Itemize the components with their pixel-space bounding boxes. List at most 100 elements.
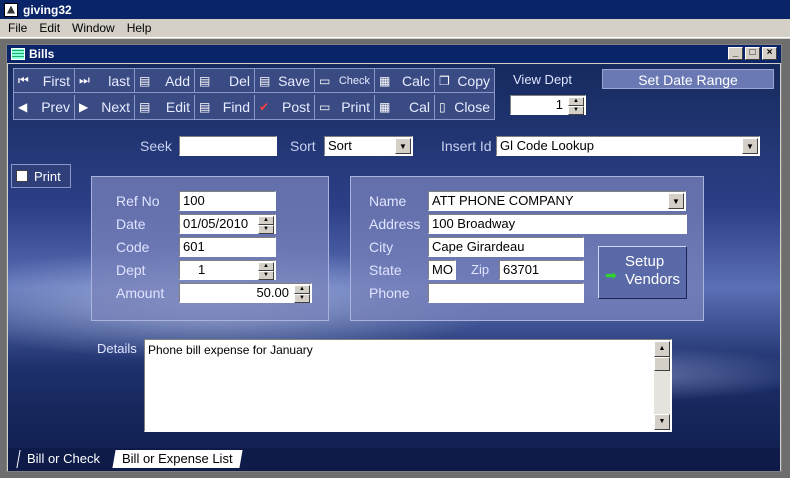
last-label: last bbox=[108, 72, 130, 89]
chevron-down-icon[interactable]: ▼ bbox=[395, 138, 411, 154]
dept-value: 1 bbox=[198, 262, 206, 277]
sort-select[interactable]: Sort ▼ bbox=[324, 136, 413, 156]
chevron-down-icon[interactable]: ▼ bbox=[668, 193, 684, 209]
close-label: Close bbox=[454, 99, 490, 115]
spin-down-icon[interactable]: ▼ bbox=[568, 106, 584, 115]
post-label: Post bbox=[281, 99, 310, 115]
spin-down-icon[interactable]: ▼ bbox=[258, 225, 274, 234]
first-label: First bbox=[42, 72, 70, 89]
print-button[interactable]: ▭ Print bbox=[315, 95, 375, 119]
save-button[interactable]: ▤ Save bbox=[255, 69, 315, 93]
spin-up-icon[interactable]: ▲ bbox=[258, 262, 274, 271]
menu-bar: File Edit Window Help bbox=[0, 19, 790, 38]
phone-label: Phone bbox=[369, 285, 410, 301]
phone-input[interactable] bbox=[428, 283, 584, 303]
print-checkbox[interactable]: Print bbox=[11, 164, 71, 188]
spin-up-icon[interactable]: ▲ bbox=[568, 97, 584, 106]
address-input[interactable]: 100 Broadway bbox=[428, 214, 687, 234]
next-label: Next bbox=[101, 99, 130, 115]
set-date-range-button[interactable]: Set Date Range bbox=[602, 69, 774, 89]
view-dept-label: View Dept bbox=[513, 71, 573, 87]
bills-client-area: ⏮ First ⏭ last ▤ Add ▤ Del ▤ Save ▭ Check ▦ Cal… bbox=[8, 64, 780, 471]
arrow-right-icon: ➡ bbox=[605, 267, 617, 283]
scroll-up-icon[interactable]: ▲ bbox=[654, 341, 670, 357]
print-label: Print bbox=[341, 99, 370, 115]
close-door-icon: ▯ bbox=[439, 100, 446, 114]
spin-down-icon[interactable]: ▼ bbox=[258, 271, 274, 280]
date-label: Date bbox=[116, 216, 146, 232]
delete-button[interactable]: ▤ Del bbox=[195, 69, 255, 93]
dept-spinner[interactable]: 1 ▲ ▼ bbox=[179, 260, 276, 280]
scroll-down-icon[interactable]: ▼ bbox=[654, 414, 670, 430]
spin-up-icon[interactable]: ▲ bbox=[258, 216, 274, 225]
insert-id-select[interactable]: Gl Code Lookup ▼ bbox=[496, 136, 760, 156]
state-input[interactable]: MO bbox=[428, 260, 456, 280]
delete-icon: ▤ bbox=[199, 73, 211, 88]
last-button[interactable]: ⏭ last bbox=[75, 69, 135, 93]
amount-spinner[interactable]: 50.00 ▲ ▼ bbox=[179, 283, 312, 303]
menu-help[interactable]: Help bbox=[121, 21, 158, 35]
tab-strip: Bill or Check Bill or Expense List bbox=[8, 448, 780, 471]
chevron-down-icon[interactable]: ▼ bbox=[742, 138, 758, 154]
setup-vendors-button[interactable]: ➡ Setup Vendors bbox=[598, 246, 687, 299]
calc-button[interactable]: ▦ Calc bbox=[375, 69, 435, 93]
date-value: 01/05/2010 bbox=[183, 216, 249, 231]
sort-label: Sort bbox=[290, 138, 316, 154]
prev-button[interactable]: ◀ Prev bbox=[14, 95, 75, 119]
tab-bill-or-expense-list[interactable]: Bill or Expense List bbox=[112, 450, 243, 468]
seek-input[interactable] bbox=[179, 136, 277, 156]
amount-label: Amount bbox=[116, 285, 165, 301]
details-label: Details bbox=[97, 341, 137, 356]
maximize-button[interactable]: □ bbox=[745, 47, 760, 60]
prev-record-icon: ◀ bbox=[18, 100, 28, 114]
first-record-icon: ⏮ bbox=[18, 73, 29, 87]
view-dept-value: 1 bbox=[555, 97, 563, 112]
delete-label: Del bbox=[228, 72, 250, 89]
last-record-icon: ⏭ bbox=[79, 73, 90, 87]
add-button[interactable]: ▤ Add bbox=[135, 69, 195, 93]
scroll-thumb[interactable] bbox=[654, 357, 670, 371]
date-spinner[interactable]: 01/05/2010 ▲ ▼ bbox=[179, 214, 276, 234]
ref-no-label: Ref No bbox=[116, 193, 160, 209]
insert-id-label: Insert Id bbox=[441, 138, 492, 154]
edit-icon: ▤ bbox=[139, 100, 151, 114]
cal-button[interactable]: ▦ Cal bbox=[375, 95, 435, 119]
close-form-button[interactable]: ▯ Close bbox=[435, 95, 494, 119]
vendor-name-select[interactable]: ATT PHONE COMPANY ▼ bbox=[428, 191, 686, 211]
view-dept-spinner[interactable]: 1 ▲ ▼ bbox=[510, 95, 586, 115]
post-icon: ✔ bbox=[259, 100, 270, 114]
menu-edit[interactable]: Edit bbox=[33, 21, 66, 35]
ref-no-input[interactable]: 100 bbox=[179, 191, 276, 211]
vendor-name-value: ATT PHONE COMPANY bbox=[432, 193, 574, 208]
post-button[interactable]: ✔ Post bbox=[255, 95, 315, 119]
city-input[interactable]: Cape Girardeau bbox=[428, 237, 584, 257]
find-button[interactable]: ▤ Find bbox=[195, 95, 255, 119]
menu-window[interactable]: Window bbox=[66, 21, 121, 35]
spin-down-icon[interactable]: ▼ bbox=[294, 294, 310, 303]
copy-button[interactable]: ❐ Copy bbox=[435, 69, 494, 93]
toolbar: ⏮ First ⏭ last ▤ Add ▤ Del ▤ Save ▭ Check ▦ Cal… bbox=[13, 68, 495, 120]
first-button[interactable]: ⏮ First bbox=[14, 69, 75, 93]
spin-up-icon[interactable]: ▲ bbox=[294, 285, 310, 294]
sort-value: Sort bbox=[328, 138, 352, 153]
checkbox-icon[interactable] bbox=[16, 170, 28, 182]
details-textarea[interactable]: Phone bill expense for January ▲ ▼ bbox=[144, 339, 672, 432]
details-scrollbar[interactable]: ▲ ▼ bbox=[654, 341, 670, 430]
print-checkbox-label: Print bbox=[34, 168, 61, 184]
bills-window: Bills _ □ × ⏮ First ⏭ last ▤ Add ▤ Del ▤ Save… bbox=[6, 44, 782, 472]
menu-file[interactable]: File bbox=[2, 21, 33, 35]
close-button[interactable]: × bbox=[762, 47, 777, 60]
zip-input[interactable]: 63701 bbox=[499, 260, 584, 280]
code-input[interactable]: 601 bbox=[179, 237, 276, 257]
next-button[interactable]: ▶ Next bbox=[75, 95, 135, 119]
calc-label: Calc bbox=[401, 72, 430, 89]
tab-bill-or-expense-list-label: Bill or Expense List bbox=[122, 451, 233, 466]
cal-label: Cal bbox=[408, 99, 430, 115]
edit-label: Edit bbox=[165, 99, 190, 115]
check-button[interactable]: ▭ Check bbox=[315, 69, 375, 93]
edit-button[interactable]: ▤ Edit bbox=[135, 95, 195, 119]
tab-bill-or-check[interactable]: Bill or Check bbox=[16, 450, 110, 468]
window-title: Bills bbox=[29, 47, 55, 61]
minimize-button[interactable]: _ bbox=[728, 47, 743, 60]
seek-label: Seek bbox=[140, 138, 172, 154]
